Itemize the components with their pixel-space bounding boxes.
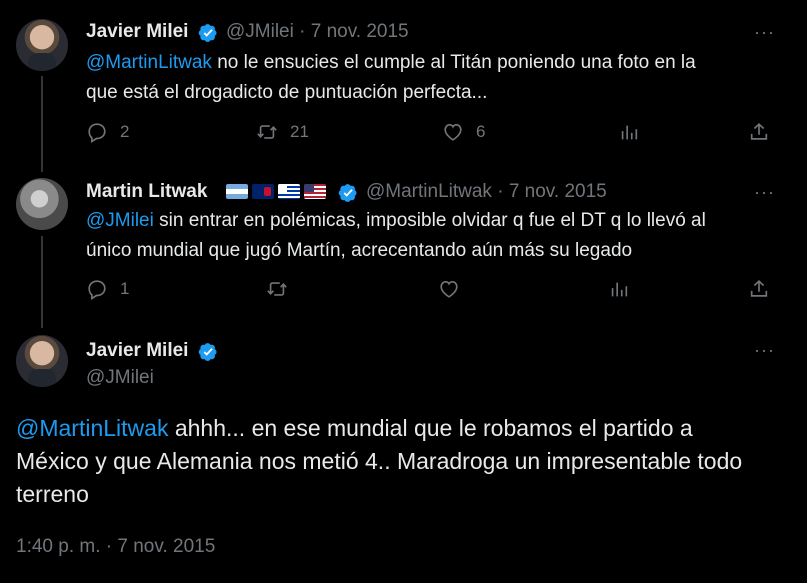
main-tweet-line2: México y que Alemania nos metió 4.. Mara… (16, 448, 743, 474)
author-name[interactable]: Javier Milei (86, 21, 188, 43)
mention-link[interactable]: @MartinLitwak (86, 52, 212, 73)
cayman-islands-flag-icon (252, 184, 274, 199)
author-name[interactable]: Martin Litwak (86, 181, 207, 203)
tweet-text-line1: no le ensucies el cumple al Titán ponien… (211, 52, 696, 73)
tweet-milei-1[interactable]: Javier Milei @JMilei · 7 nov. 2015 ··· @… (0, 0, 807, 172)
share-icon (748, 121, 770, 143)
main-tweet-line3: terreno (16, 481, 89, 507)
retweet-icon (256, 121, 278, 143)
avatar[interactable] (16, 335, 68, 387)
author-handle[interactable]: @JMilei (86, 367, 154, 389)
author-handle-date[interactable]: @JMilei · 7 nov. 2015 (226, 21, 409, 43)
avatar[interactable] (16, 19, 68, 71)
more-icon[interactable]: ··· (754, 340, 775, 361)
tweet-timestamp[interactable]: 1:40 p. m. · 7 nov. 2015 (16, 536, 215, 558)
author-name[interactable]: Javier Milei (86, 340, 188, 362)
views-icon (608, 278, 630, 300)
main-tweet-text: @MartinLitwak ahhh... en ese mundial que… (16, 412, 742, 511)
share-button[interactable] (748, 121, 770, 143)
share-icon (748, 278, 770, 300)
tweet-text: @MartinLitwak no le ensucies el cumple a… (86, 48, 696, 108)
reply-icon (86, 278, 108, 300)
views-button[interactable] (618, 121, 640, 143)
usa-flag-icon (304, 184, 326, 199)
like-icon (442, 121, 464, 143)
retweet-button[interactable] (266, 278, 288, 300)
mention-link[interactable]: @MartinLitwak (16, 415, 168, 441)
verified-icon (198, 342, 218, 362)
flag-emojis (226, 184, 326, 199)
verified-icon (198, 23, 218, 43)
tweet-text-line2: que está el drogadicto de puntuación per… (86, 82, 488, 103)
reply-button[interactable]: 2 (86, 121, 129, 143)
reply-count: 2 (120, 122, 130, 141)
reply-icon (86, 121, 108, 143)
thread-line (41, 76, 43, 172)
author-handle-date[interactable]: @MartinLitwak · 7 nov. 2015 (366, 181, 607, 203)
main-tweet-line1: ahhh... en ese mundial que le robamos el… (168, 415, 693, 441)
share-button[interactable] (748, 278, 770, 300)
tweet-text: @JMilei sin entrar en polémicas, imposib… (86, 206, 706, 266)
tweet-text-line2: único mundial que jugó Martín, acrecenta… (86, 240, 633, 261)
argentina-flag-icon (226, 184, 248, 199)
reply-count: 1 (120, 279, 130, 298)
verified-icon (338, 183, 358, 203)
like-button[interactable] (438, 278, 460, 300)
more-icon[interactable]: ··· (754, 22, 775, 43)
tweet-text-line1: sin entrar en polémicas, imposible olvid… (153, 210, 706, 231)
avatar[interactable] (16, 178, 68, 230)
more-icon[interactable]: ··· (754, 182, 775, 203)
thread-line (41, 236, 43, 328)
retweet-count: 21 (290, 122, 309, 141)
retweet-button[interactable]: 21 (256, 121, 309, 143)
like-button[interactable]: 6 (442, 121, 485, 143)
action-bar: 2 21 6 (86, 121, 776, 147)
views-button[interactable] (608, 278, 630, 300)
tweet-litwak[interactable]: Martin Litwak @MartinLitwak · 7 nov. 201… (0, 170, 807, 330)
reply-button[interactable]: 1 (86, 278, 129, 300)
action-bar: 1 (86, 278, 776, 304)
views-icon (618, 121, 640, 143)
like-icon (438, 278, 460, 300)
retweet-icon (266, 278, 288, 300)
like-count: 6 (476, 122, 486, 141)
uruguay-flag-icon (278, 184, 300, 199)
mention-link[interactable]: @JMilei (86, 210, 154, 231)
